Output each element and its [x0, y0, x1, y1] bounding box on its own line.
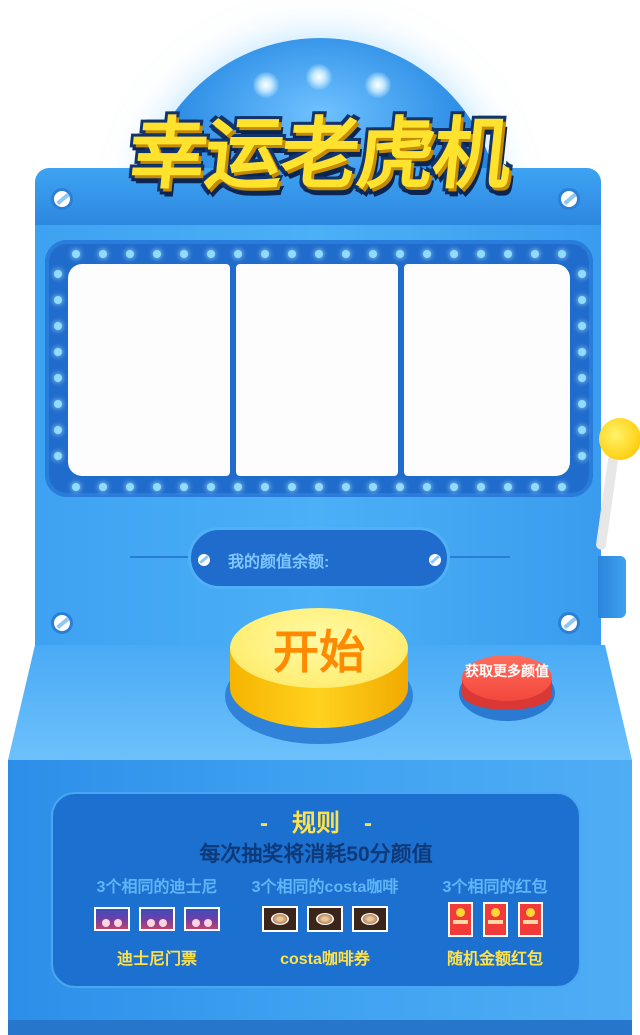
marquee-light	[288, 250, 296, 258]
marquee-light	[342, 483, 350, 491]
reel-3	[404, 264, 570, 476]
marquee-light	[342, 250, 350, 258]
marquee-light	[54, 374, 62, 382]
marquee-light	[450, 483, 458, 491]
marquee-light	[531, 483, 539, 491]
screw-icon	[558, 612, 580, 634]
light-bulb-icon	[306, 64, 332, 90]
lever-base	[598, 556, 626, 618]
marquee-light	[234, 483, 242, 491]
marquee-light	[54, 270, 62, 278]
screw-icon	[198, 554, 210, 566]
prize-condition: 3个相同的红包	[442, 879, 548, 896]
marquee-light	[558, 483, 566, 491]
disney-ticket-icon	[139, 907, 175, 931]
cabinet-foot	[8, 1020, 632, 1035]
prize-condition: 3个相同的costa咖啡	[251, 879, 399, 896]
screw-icon	[51, 612, 73, 634]
marquee-light	[54, 400, 62, 408]
marquee-light	[531, 250, 539, 258]
marquee-light	[207, 250, 215, 258]
balance-label: 我的颜值余额:	[228, 554, 330, 571]
marquee-light	[54, 452, 62, 460]
marquee-light	[315, 250, 323, 258]
marquee-light	[423, 250, 431, 258]
marquee-light	[477, 483, 485, 491]
coffee-icon	[262, 906, 298, 932]
marquee-light	[153, 250, 161, 258]
marquee-light	[288, 483, 296, 491]
marquee-light	[207, 483, 215, 491]
marquee-light	[153, 483, 161, 491]
marquee-light	[450, 250, 458, 258]
screw-icon	[558, 188, 580, 210]
rules-title: - 规则 -	[260, 810, 372, 837]
marquee-light	[180, 250, 188, 258]
marquee-light	[54, 296, 62, 304]
marquee-light	[578, 400, 586, 408]
coffee-icon	[307, 906, 343, 932]
screw-icon	[51, 188, 73, 210]
disney-ticket-icon	[94, 907, 130, 931]
marquee-light	[578, 348, 586, 356]
marquee-light	[261, 483, 269, 491]
marquee-light	[54, 426, 62, 434]
marquee-light	[126, 483, 134, 491]
marquee-light	[423, 483, 431, 491]
marquee-light	[126, 250, 134, 258]
red-packet-icon	[518, 902, 543, 937]
marquee-light	[369, 483, 377, 491]
marquee-light	[180, 483, 188, 491]
lever-knob[interactable]	[599, 418, 640, 460]
game-title: 幸运老虎机	[124, 110, 514, 200]
marquee-light	[477, 250, 485, 258]
marquee-light	[578, 296, 586, 304]
marquee-light	[261, 250, 269, 258]
disney-ticket-icon	[184, 907, 220, 931]
marquee-light	[396, 483, 404, 491]
marquee-light	[99, 483, 107, 491]
coffee-icon	[352, 906, 388, 932]
marquee-light	[234, 250, 242, 258]
red-packet-icon	[483, 902, 508, 937]
reel-2	[236, 264, 398, 476]
rules-description: 每次抽奖将消耗50分颜值	[199, 843, 433, 866]
start-button-label[interactable]: 开始	[230, 616, 408, 682]
marquee-light	[72, 483, 80, 491]
red-packet-icon	[448, 902, 473, 937]
marquee-light	[578, 270, 586, 278]
marquee-light	[369, 250, 377, 258]
prize-reward: 迪士尼门票	[116, 951, 197, 968]
marquee-light	[504, 483, 512, 491]
marquee-light	[315, 483, 323, 491]
marquee-light	[558, 250, 566, 258]
get-more-button-label[interactable]: 获取更多颜值	[462, 663, 552, 679]
prize-condition: 3个相同的迪士尼	[96, 879, 218, 896]
screw-icon	[429, 554, 441, 566]
marquee-light	[54, 348, 62, 356]
marquee-light	[72, 250, 80, 258]
marquee-light	[578, 452, 586, 460]
marquee-light	[578, 374, 586, 382]
marquee-light	[54, 322, 62, 330]
reel-1	[68, 264, 230, 476]
marquee-light	[396, 250, 404, 258]
marquee-light	[504, 250, 512, 258]
marquee-light	[578, 426, 586, 434]
prize-reward: 随机金额红包	[446, 951, 543, 968]
marquee-light	[578, 322, 586, 330]
marquee-light	[99, 250, 107, 258]
prize-reward: costa咖啡券	[280, 951, 370, 968]
